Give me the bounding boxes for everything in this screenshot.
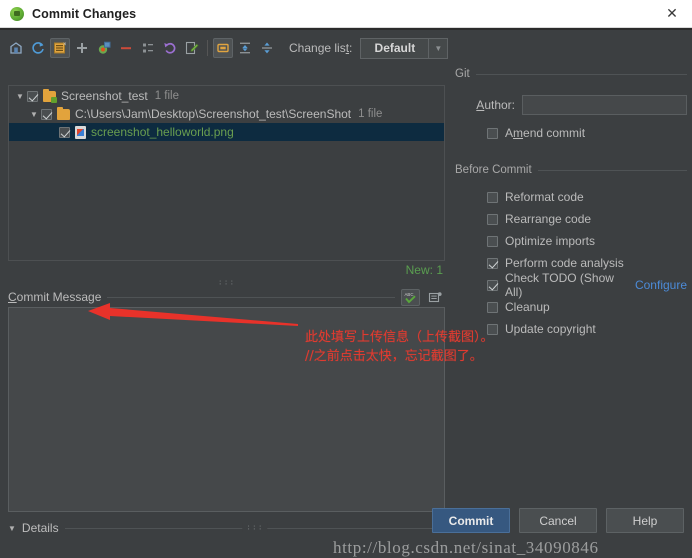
chevron-down-icon: ▼: [428, 38, 447, 58]
header-divider: [107, 296, 395, 298]
reformat-code-label: Reformat code: [505, 190, 584, 204]
checkbox-box[interactable]: [487, 257, 498, 269]
folder-green-badge-icon: [43, 88, 57, 103]
commit-message-header: Commit Message ABC: [8, 287, 445, 307]
move-to-changelist-icon[interactable]: [94, 38, 114, 58]
author-row: Author:: [455, 95, 687, 115]
close-icon[interactable]: ✕: [660, 3, 684, 25]
image-file-icon: [75, 125, 86, 139]
rearrange-code-checkbox[interactable]: Rearrange code: [487, 208, 687, 230]
twisty-icon[interactable]: ▼: [27, 110, 41, 119]
optimize-imports-label: Optimize imports: [505, 234, 596, 248]
group-divider: [537, 169, 687, 171]
author-field[interactable]: [522, 95, 687, 115]
commit-message-label: Commit Message: [8, 290, 102, 304]
update-copyright-label: Update copyright: [505, 322, 596, 336]
check-todo-checkbox[interactable]: Check TODO (Show All) Configure: [487, 271, 687, 299]
tree-row-directory[interactable]: ▼ C:\Users\Jam\Desktop\Screenshot_test\S…: [9, 105, 444, 123]
svg-text:ABC: ABC: [405, 292, 414, 297]
reformat-code-checkbox[interactable]: Reformat code: [487, 186, 687, 208]
amend-checkbox-box[interactable]: [487, 127, 498, 139]
cancel-button[interactable]: Cancel: [519, 508, 597, 533]
checkbox-box[interactable]: [487, 323, 498, 335]
tree-row-changelist[interactable]: ▼ Screenshot_test 1 file: [9, 87, 444, 105]
new-changelist-icon[interactable]: ×: [50, 38, 70, 58]
update-copyright-checkbox[interactable]: Update copyright: [487, 318, 687, 340]
tree-checkbox[interactable]: [41, 108, 52, 120]
group-divider: [475, 73, 687, 75]
changed-files-tree[interactable]: ▼ Screenshot_test 1 file ▼ C:\Users\Jam\…: [8, 85, 445, 261]
collapse-all-icon[interactable]: [257, 38, 277, 58]
commit-message-input[interactable]: [8, 307, 445, 512]
checkbox-box[interactable]: [487, 235, 498, 247]
remove-icon[interactable]: [116, 38, 136, 58]
details-label: Details: [21, 521, 59, 535]
cleanup-label: Cleanup: [505, 300, 550, 314]
right-panel: Git Author: Amend commit Before Commit R…: [455, 66, 687, 340]
chevron-down-icon[interactable]: ▼: [8, 524, 16, 533]
check-todo-label: Check TODO (Show All): [505, 271, 614, 299]
add-icon[interactable]: [72, 38, 92, 58]
before-commit-group-label: Before Commit: [455, 164, 532, 176]
tree-file-count: 1 file: [154, 90, 180, 102]
git-group-header: Git: [455, 66, 687, 82]
checkbox-box[interactable]: [487, 191, 498, 203]
changelist-dropdown[interactable]: Default ▼: [360, 37, 449, 59]
watermark-text: http://blog.csdn.net/sinat_34090846: [333, 538, 599, 557]
tree-label: screenshot_helloworld.png: [91, 125, 234, 139]
optimize-imports-checkbox[interactable]: Optimize imports: [487, 230, 687, 252]
tree-label: Screenshot_test: [61, 89, 148, 103]
tree-checkbox[interactable]: [27, 90, 38, 102]
new-count-row: New: 1: [8, 261, 445, 278]
revert-icon[interactable]: [160, 38, 180, 58]
dialog-button-bar: Commit Cancel Help: [432, 508, 684, 533]
message-history-icon[interactable]: [426, 289, 445, 306]
changelist-value: Default: [374, 41, 416, 55]
perform-code-analysis-label: Perform code analysis: [505, 256, 624, 270]
edit-source-icon[interactable]: [182, 38, 202, 58]
tree-row-file[interactable]: screenshot_helloworld.png: [9, 123, 444, 141]
horizontal-splitter[interactable]: ∶∶∶: [8, 278, 445, 287]
amend-commit-label: Amend commit: [505, 126, 586, 140]
before-commit-section: Before Commit Reformat code Rearrange co…: [455, 162, 687, 340]
group-by-directory-icon[interactable]: [138, 38, 158, 58]
toolbar-separator: [207, 40, 208, 56]
commit-button[interactable]: Commit: [432, 508, 510, 533]
before-commit-group-header: Before Commit: [455, 162, 687, 178]
folder-icon: [57, 106, 70, 120]
help-button[interactable]: Help: [606, 508, 684, 533]
author-label: Author:: [476, 98, 515, 112]
details-section-header[interactable]: ▼ Details ∶∶∶: [8, 519, 445, 537]
tree-file-count: 1 file: [358, 108, 383, 120]
changes-toolbar: × Change list: Default ▼: [0, 35, 692, 61]
svg-text:×: ×: [63, 42, 67, 48]
tree-label: C:\Users\Jam\Desktop\Screenshot_test\Scr…: [75, 107, 352, 121]
amend-commit-checkbox[interactable]: Amend commit: [455, 126, 687, 140]
before-commit-checkbox-list: Reformat code Rearrange code Optimize im…: [455, 186, 687, 340]
show-diff-icon[interactable]: [6, 38, 26, 58]
details-splitter-dots[interactable]: ∶∶∶: [242, 522, 268, 532]
tree-checkbox[interactable]: [59, 126, 70, 138]
window-title: Commit Changes: [32, 6, 137, 21]
checkbox-box[interactable]: [487, 279, 498, 291]
rearrange-code-label: Rearrange code: [505, 212, 592, 226]
changelist-label: Change list:: [289, 41, 353, 55]
dialog-body: × Change list: Default ▼ ▼ Screenshot_te…: [0, 28, 692, 557]
group-by-module-icon[interactable]: [213, 38, 233, 58]
window-titlebar: Commit Changes ✕: [0, 0, 692, 28]
cleanup-checkbox[interactable]: Cleanup: [487, 296, 687, 318]
details-divider: ∶∶∶: [64, 522, 445, 532]
intellij-icon: [10, 6, 24, 21]
expand-all-icon[interactable]: [235, 38, 255, 58]
checkbox-box[interactable]: [487, 301, 498, 313]
checkbox-box[interactable]: [487, 213, 498, 225]
new-count-badge: New: 1: [405, 262, 443, 277]
configure-link[interactable]: Configure: [635, 278, 687, 292]
refresh-icon[interactable]: [28, 38, 48, 58]
spellcheck-icon[interactable]: ABC: [401, 288, 420, 306]
git-group-label: Git: [455, 68, 470, 80]
left-panel: ▼ Screenshot_test 1 file ▼ C:\Users\Jam\…: [8, 85, 445, 537]
twisty-icon[interactable]: ▼: [13, 92, 27, 101]
